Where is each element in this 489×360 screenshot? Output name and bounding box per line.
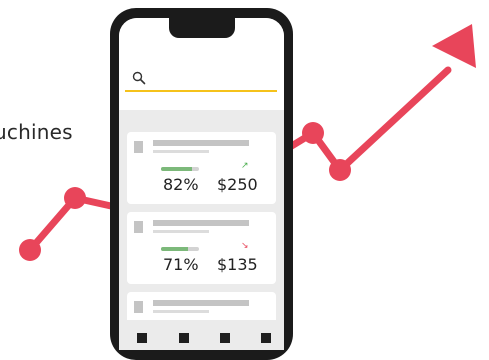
trend-point <box>329 159 351 181</box>
card-subtitle-placeholder <box>153 150 209 153</box>
phone-screen: ↗ 82% $250 ↘ 71% $135 <box>119 18 284 350</box>
progress-bar-fill <box>161 167 193 171</box>
nav-item-1-icon[interactable] <box>137 333 147 343</box>
stat-card[interactable]: ↗ 82% $250 <box>127 132 276 204</box>
card-title-placeholder <box>153 140 249 146</box>
card-thumbnail <box>134 301 143 313</box>
arrow-head-icon <box>432 24 476 68</box>
phone-notch <box>169 16 235 38</box>
card-subtitle-placeholder <box>153 230 209 233</box>
trend-point <box>19 239 41 261</box>
amount-value: $135 <box>217 255 258 274</box>
trend-line-right <box>281 66 452 174</box>
nav-item-4-icon[interactable] <box>261 333 271 343</box>
percent-value: 82% <box>163 175 199 194</box>
card-thumbnail <box>134 221 143 233</box>
nav-item-2-icon[interactable] <box>179 333 189 343</box>
search-icon[interactable] <box>132 71 146 85</box>
bottom-nav-bar <box>119 320 284 350</box>
trend-down-icon: ↘ <box>241 240 249 250</box>
phone-mockup: ↗ 82% $250 ↘ 71% $135 <box>110 8 293 360</box>
progress-bar-fill <box>161 247 188 251</box>
trend-up-icon: ↗ <box>241 160 249 170</box>
amount-value: $250 <box>217 175 258 194</box>
trend-point <box>302 122 324 144</box>
card-title-placeholder <box>153 220 249 226</box>
stat-card[interactable]: ↘ 71% $135 <box>127 212 276 284</box>
card-thumbnail <box>134 141 143 153</box>
card-title-placeholder <box>153 300 249 306</box>
side-caption-text: uchines <box>0 120 73 144</box>
percent-value: 71% <box>163 255 199 274</box>
progress-bar <box>161 167 199 171</box>
nav-item-3-icon[interactable] <box>220 333 230 343</box>
card-subtitle-placeholder <box>153 310 209 313</box>
trend-point <box>64 187 86 209</box>
search-input-underline[interactable] <box>125 90 277 92</box>
progress-bar <box>161 247 199 251</box>
